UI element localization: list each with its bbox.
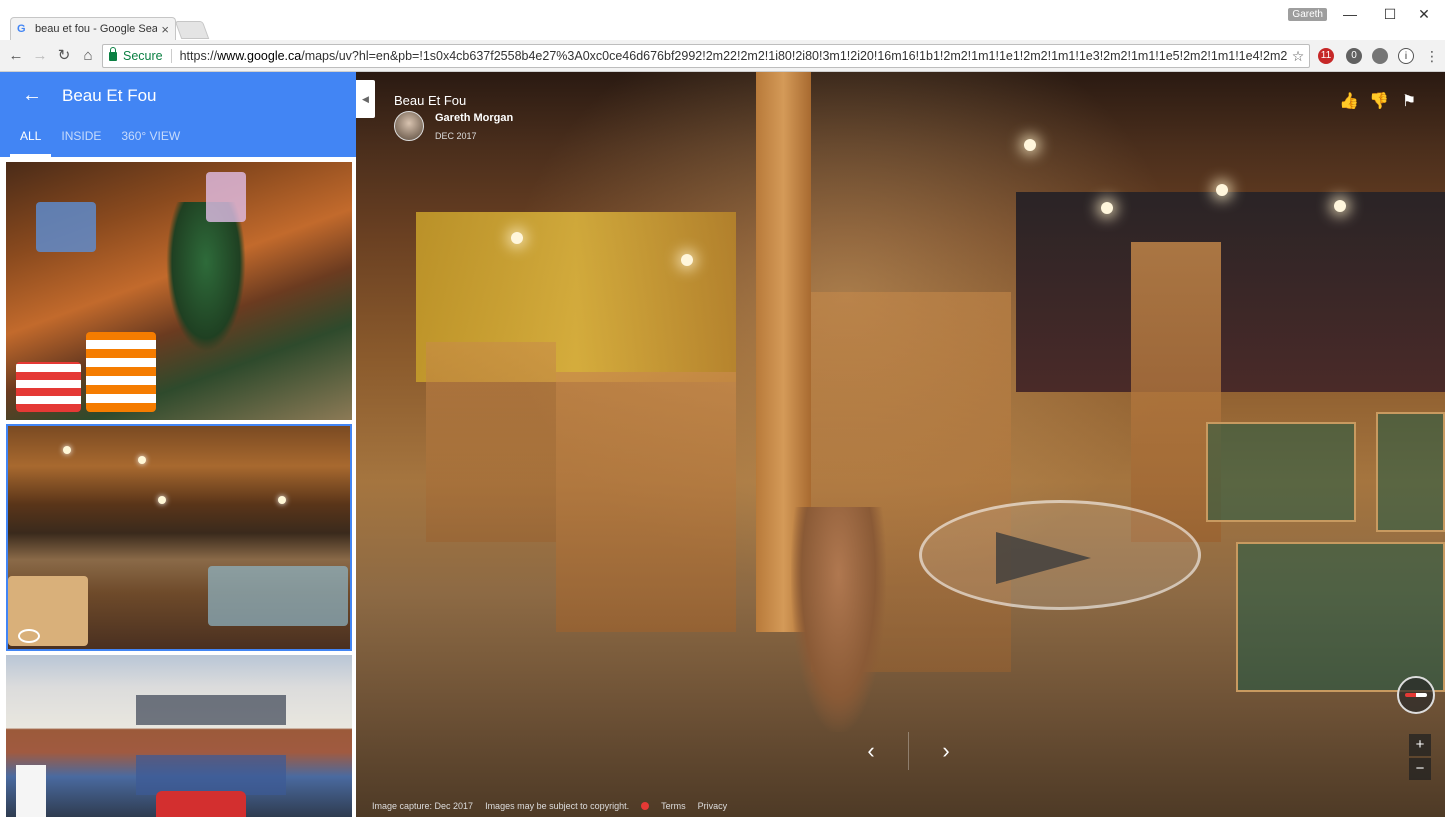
light-image (278, 496, 286, 504)
spotlight-image (511, 232, 523, 244)
browser-tab[interactable]: G beau et fou - Google Sea × (10, 17, 176, 40)
tab-inside[interactable]: INSIDE (51, 128, 111, 157)
home-icon[interactable]: ⌂ (78, 46, 98, 66)
browser-titlebar: G beau et fou - Google Sea × Gareth — ☐ … (0, 0, 1445, 40)
tab-360-view[interactable]: 360° VIEW (111, 128, 190, 157)
photo-thumbnail-3[interactable] (6, 655, 352, 817)
zoom-in-button[interactable]: + (1409, 734, 1431, 756)
extension-1-icon[interactable]: 11 (1318, 48, 1334, 64)
photo-thumbnail-1[interactable] (6, 162, 352, 420)
spotlight-image (1334, 200, 1346, 212)
photos-panel: ← Beau Et Fou ALL INSIDE 360° VIEW (0, 72, 356, 817)
terms-link[interactable]: Terms (661, 801, 686, 811)
compass-icon[interactable] (1397, 676, 1435, 714)
forward-icon[interactable]: → (30, 46, 50, 66)
light-image (158, 496, 166, 504)
new-tab-button[interactable] (174, 21, 210, 39)
red-truck-image (156, 791, 246, 817)
back-wall-image (1016, 192, 1445, 392)
capture-date: DEC 2017 (435, 131, 477, 141)
storefront-windows-image (136, 755, 286, 795)
tab-close-icon[interactable]: × (161, 22, 169, 37)
author-name[interactable]: Gareth Morgan (435, 112, 513, 124)
tab-title: beau et fou - Google Sea (35, 23, 158, 35)
url-path: /maps/uv?hl=en&pb=!1s0x4cb637f2558b4e27%… (301, 49, 1287, 63)
zoom-out-button[interactable]: − (1409, 758, 1431, 780)
address-bar[interactable]: Secure https://www.google.ca/maps/uv?hl=… (102, 44, 1310, 68)
chimes-image (206, 172, 246, 222)
url-scheme: https:// (179, 49, 218, 63)
panorama-360-icon (18, 629, 40, 643)
photo-thumbnail-360[interactable] (6, 424, 352, 651)
secure-label: Secure (123, 49, 172, 63)
back-icon[interactable]: ← (6, 46, 26, 66)
viewer-footer: Image capture: Dec 2017 Images may be su… (372, 801, 727, 811)
profile-name-button[interactable]: Gareth (1288, 8, 1327, 21)
jewelry-case-image (1236, 542, 1445, 692)
photo-tabs: ALL INSIDE 360° VIEW (0, 128, 190, 157)
image-capture-text: Image capture: Dec 2017 (372, 801, 474, 811)
jewelry-case-image (1206, 422, 1356, 522)
copyright-text: Images may be subject to copyright. (485, 801, 630, 811)
light-image (138, 456, 146, 464)
reload-icon[interactable]: ↻ (54, 46, 74, 66)
mug-image (86, 332, 156, 412)
street-view-viewer[interactable]: ◀ Beau Et Fou Gareth Morgan DEC 2017 👍 👎… (356, 72, 1445, 817)
storefront-windows-image (136, 695, 286, 725)
door-image (16, 765, 46, 817)
shelf-image (426, 342, 556, 542)
spotlight-image (1216, 184, 1228, 196)
google-favicon-icon: G (17, 23, 26, 35)
photo-navigation: ‹ › (851, 732, 966, 770)
buddha-statue-image (791, 507, 886, 732)
spotlight-image (1024, 139, 1036, 151)
google-logo-icon (641, 802, 650, 810)
privacy-link[interactable]: Privacy (698, 801, 728, 811)
tab-all[interactable]: ALL (10, 128, 52, 157)
menu-kebab-icon[interactable]: ⋮ (1424, 48, 1440, 64)
thumbs-down-icon[interactable]: 👎 (1369, 92, 1389, 112)
light-image (63, 446, 71, 454)
nav-divider (908, 732, 909, 770)
extension-2-icon[interactable]: 0 (1346, 48, 1362, 64)
thumbs-up-icon[interactable]: 👍 (1339, 92, 1359, 112)
back-arrow-icon[interactable]: ← (22, 84, 42, 107)
maximize-icon[interactable]: ☐ (1375, 4, 1405, 24)
lock-icon (109, 46, 117, 61)
extension-3-icon[interactable] (1372, 48, 1388, 64)
url-host: www.google.ca (217, 49, 302, 63)
url-text[interactable]: https://www.google.ca/maps/uv?hl=en&pb=!… (180, 49, 1287, 63)
move-forward-arrow-icon[interactable] (996, 532, 1091, 584)
close-window-icon[interactable]: ✕ (1409, 4, 1439, 24)
flag-icon[interactable]: ⚑ (1399, 92, 1419, 112)
minimize-icon[interactable]: — (1335, 4, 1365, 24)
next-photo-icon[interactable]: › (926, 738, 966, 764)
rooster-statue-image (166, 202, 246, 352)
table-image (208, 566, 348, 626)
spotlight-image (1101, 202, 1113, 214)
photo-actions: 👍 👎 ⚑ (1339, 92, 1419, 112)
bookmark-star-icon[interactable]: ☆ (1287, 48, 1309, 65)
panel-title: Beau Et Fou (62, 86, 157, 105)
author-avatar[interactable] (394, 111, 424, 141)
shelf-image (556, 372, 736, 632)
panel-header: ← Beau Et Fou ALL INSIDE 360° VIEW (0, 72, 356, 157)
browser-toolbar: ← → ↻ ⌂ Secure https://www.google.ca/map… (0, 40, 1445, 72)
jewelry-case-image (1376, 412, 1445, 532)
previous-photo-icon[interactable]: ‹ (851, 738, 891, 764)
display-image (36, 202, 96, 252)
info-extension-icon[interactable]: i (1398, 48, 1414, 64)
collapse-panel-button[interactable]: ◀ (356, 80, 375, 118)
viewer-place-title[interactable]: Beau Et Fou (394, 93, 466, 108)
spotlight-image (681, 254, 693, 266)
mug-image (16, 362, 81, 412)
